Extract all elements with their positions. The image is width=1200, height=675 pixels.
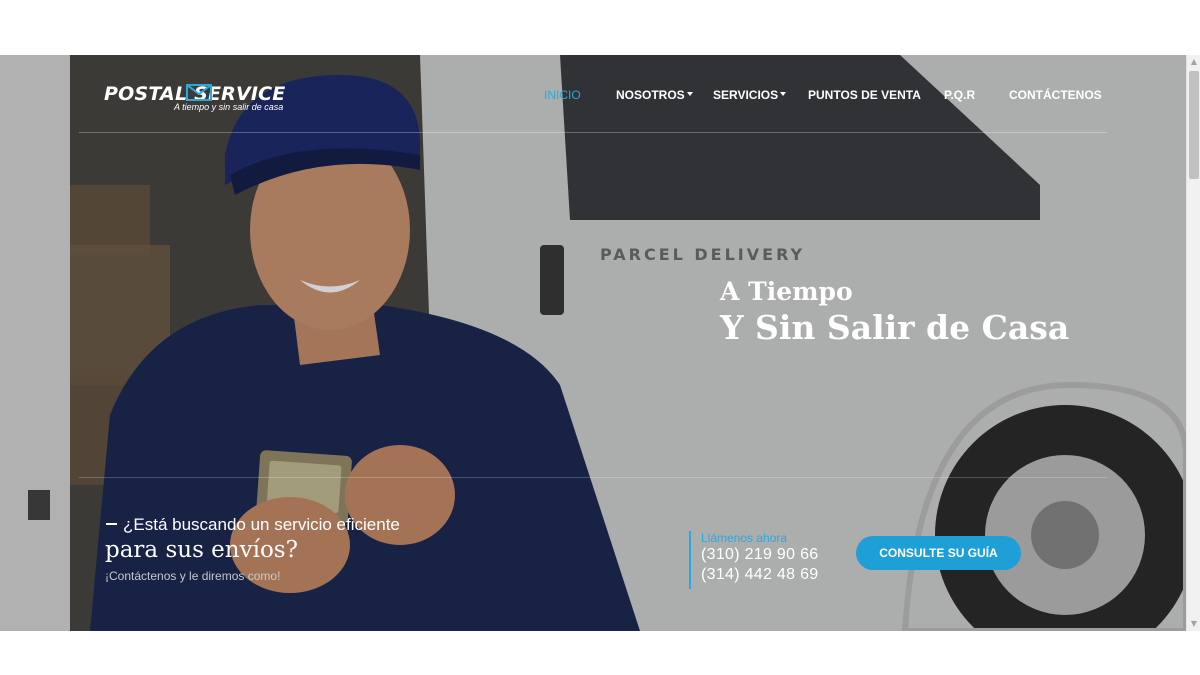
nav-item-nosotros[interactable]: NOSOTROS (616, 88, 693, 102)
scrollbar-thumb[interactable] (1189, 71, 1199, 179)
phone-number-1[interactable]: (310) 219 90 66 (701, 545, 818, 565)
dash-icon (106, 523, 117, 525)
contact-phones: Llámenos ahora (310) 219 90 66 (314) 442… (689, 531, 818, 589)
phone-number-2[interactable]: (314) 442 48 69 (701, 565, 818, 585)
promo-line-2: para sus envíos? (105, 537, 298, 563)
page-scrollbar[interactable]: ▲ ▼ (1186, 55, 1200, 631)
scroll-up-icon[interactable]: ▲ (1187, 55, 1200, 69)
main-navigation: INICIO NOSOTROS SERVICIOS PUNTOS DE VENT… (0, 88, 1186, 108)
hero-divider (79, 477, 1107, 478)
hero-headline-small: A Tiempo (720, 277, 853, 306)
hero-section: PARCEL DELIVERY POSTAL SERVICE A tiempo … (0, 55, 1186, 631)
nav-item-servicios[interactable]: SERVICIOS (713, 88, 787, 102)
nav-item-pqr[interactable]: P.Q.R (944, 88, 975, 102)
promo-line-1-text: ¿Está buscando un servicio eficiente (123, 515, 400, 534)
nav-item-servicios-label: SERVICIOS (713, 88, 779, 102)
hero-headline-large: Y Sin Salir de Casa (720, 308, 1070, 347)
nav-item-contactenos[interactable]: CONTÁCTENOS (1009, 88, 1102, 102)
scroll-down-icon[interactable]: ▼ (1187, 617, 1200, 631)
header-divider (79, 132, 1107, 133)
call-now-label: Llámenos ahora (701, 531, 788, 545)
consult-guide-button[interactable]: CONSULTE SU GUÍA (856, 536, 1021, 570)
caret-down-icon (780, 92, 787, 96)
browser-viewport: PARCEL DELIVERY POSTAL SERVICE A tiempo … (0, 55, 1200, 631)
nav-item-nosotros-label: NOSOTROS (616, 88, 685, 102)
nav-item-inicio[interactable]: INICIO (544, 88, 581, 102)
nav-item-puntos-de-venta[interactable]: PUNTOS DE VENTA (808, 88, 921, 102)
promo-line-3: ¡Contáctenos y le diremos como! (105, 569, 281, 583)
caret-down-icon (686, 92, 693, 96)
promo-line-1: ¿Está buscando un servicio eficiente (106, 515, 400, 535)
